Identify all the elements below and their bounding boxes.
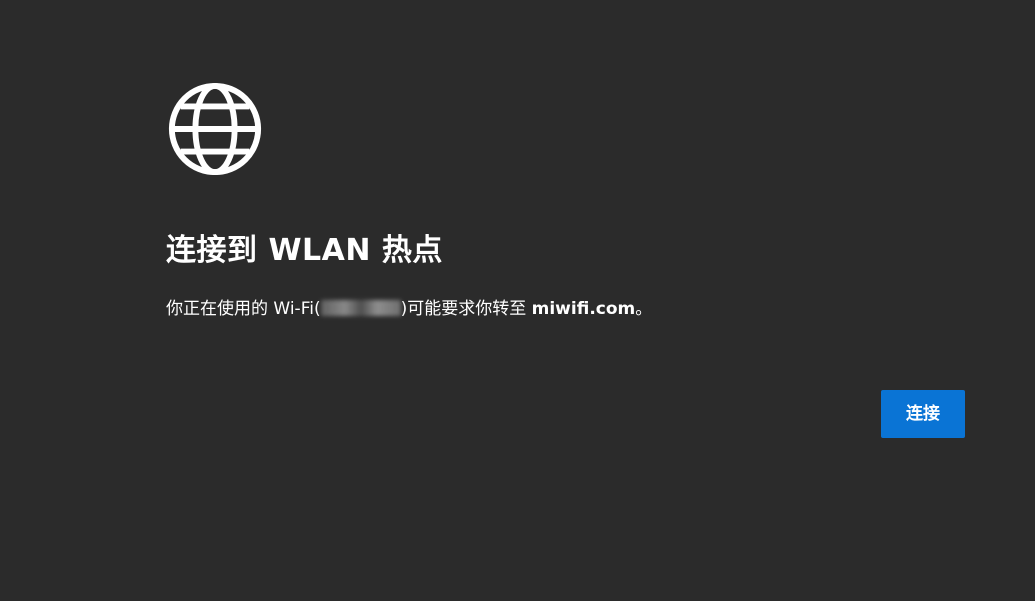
connect-button[interactable]: 连接 bbox=[881, 390, 965, 438]
message-suffix: 。 bbox=[635, 299, 653, 319]
dialog-title: 连接到 WLAN 热点 bbox=[166, 233, 443, 268]
message-prefix: 你正在使用的 Wi-Fi( bbox=[166, 299, 321, 319]
hotspot-dialog: 连接到 WLAN 热点 你正在使用的 Wi-Fi( )可能要求你转至 miwifi… bbox=[0, 0, 1035, 601]
message-middle: )可能要求你转至 bbox=[400, 299, 532, 319]
redirect-host: miwifi.com bbox=[531, 299, 636, 319]
globe-icon bbox=[166, 80, 264, 178]
network-name-redacted bbox=[320, 296, 401, 322]
dialog-message: 你正在使用的 Wi-Fi( )可能要求你转至 miwifi.com。 bbox=[166, 296, 652, 322]
